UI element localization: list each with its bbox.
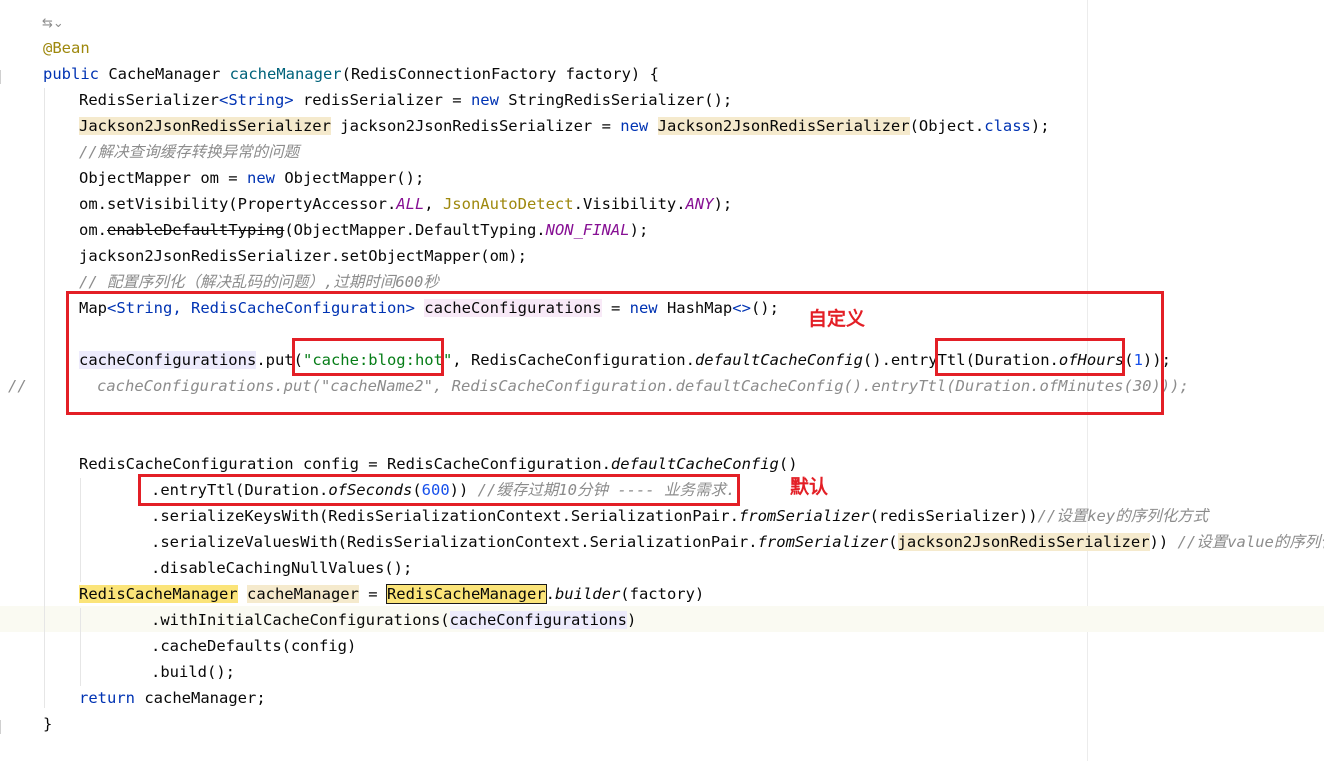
static-method: fromSerializer	[738, 507, 870, 525]
warning-highlight[interactable]: Jackson2JsonRedisSerializer	[657, 117, 910, 135]
indent-guide	[80, 478, 81, 582]
static-constant: ANY	[685, 195, 714, 213]
static-constant: ALL	[396, 195, 425, 213]
static-method: defaultCacheConfig	[610, 455, 779, 473]
code-text: jackson2JsonRedisSerializer.setObjectMap…	[79, 247, 527, 265]
keyword: public	[43, 65, 99, 83]
keyword: new	[246, 169, 275, 187]
annotation-bean: @Bean	[43, 39, 90, 57]
default-ttl-annotation-box	[138, 474, 740, 506]
gutter-fold-marker[interactable]	[0, 720, 9, 734]
code-text: redisSerializer =	[293, 91, 471, 109]
code-line[interactable]: RedisCacheManager cacheManager = RedisCa…	[79, 581, 704, 607]
keyword: new	[620, 117, 649, 135]
warning-highlight[interactable]: Jackson2JsonRedisSerializer	[79, 117, 331, 135]
code-text: ObjectMapper();	[274, 169, 425, 187]
default-label: 默认	[790, 476, 829, 498]
variable-highlight: cacheConfigurations	[449, 611, 627, 629]
custom-label: 自定义	[808, 308, 866, 330]
code-line-annotation[interactable]: @Bean	[43, 35, 90, 61]
comment: //解决查询缓存转换异常的问题	[79, 143, 300, 161]
code-text: (ObjectMapper.DefaultTyping.	[284, 221, 546, 239]
deprecated-method: enableDefaultTyping	[107, 221, 285, 239]
code-text: ,	[424, 195, 443, 213]
keyword: class	[984, 117, 1031, 135]
code-text: .Visibility.	[573, 195, 686, 213]
code-text: RedisSerializer	[79, 91, 219, 109]
variable-highlight: cacheManager	[246, 585, 359, 603]
code-line[interactable]: .disableCachingNullValues();	[151, 555, 412, 581]
code-line-current[interactable]: .withInitialCacheConfigurations(cacheCon…	[151, 607, 636, 633]
code-text: (RedisConnectionFactory factory) {	[341, 65, 659, 83]
fold-toggle-icon[interactable]: ⇆⌄	[42, 16, 64, 31]
code-text: (redisSerializer))	[869, 507, 1038, 525]
class-ref: JsonAutoDetect	[442, 195, 574, 213]
code-text: )	[626, 611, 637, 629]
generic-type: <String>	[218, 91, 294, 109]
gutter-fold-marker[interactable]	[0, 70, 9, 84]
code-text: ()	[778, 455, 798, 473]
code-text: =	[358, 585, 387, 603]
code-text: .	[545, 585, 555, 603]
code-text: );	[1030, 117, 1050, 135]
keyword: return	[79, 689, 135, 707]
code-line[interactable]: RedisSerializer<String> redisSerializer …	[79, 87, 732, 113]
gutter-comment-marker: //	[8, 377, 27, 395]
code-text: cacheManager;	[135, 689, 266, 707]
code-line[interactable]: om.setVisibility(PropertyAccessor.ALL, J…	[79, 191, 732, 217]
code-text: (Object.	[909, 117, 985, 135]
code-line[interactable]: ObjectMapper om = new ObjectMapper();	[79, 165, 424, 191]
code-text: .cacheDefaults(config)	[151, 637, 357, 655]
code-line[interactable]: return cacheManager;	[79, 685, 266, 711]
code-text: .withInitialCacheConfigurations(	[151, 611, 450, 629]
code-line[interactable]: .cacheDefaults(config)	[151, 633, 356, 659]
code-text: );	[713, 195, 733, 213]
code-text: .serializeKeysWith(RedisSerializationCon…	[151, 507, 739, 525]
code-text: StringRedisSerializer();	[498, 91, 733, 109]
indent-guide	[44, 88, 45, 708]
code-text: RedisCacheConfiguration config = RedisCa…	[79, 455, 611, 473]
static-method: fromSerializer	[757, 533, 889, 551]
indent-guide	[80, 608, 81, 686]
code-line[interactable]: .serializeValuesWith(RedisSerializationC…	[151, 529, 1324, 555]
code-text: om.setVisibility(PropertyAccessor.	[79, 195, 397, 213]
code-text: }	[43, 715, 53, 733]
static-method: builder	[554, 585, 621, 603]
variable-highlight: jackson2JsonRedisSerializer	[897, 533, 1150, 551]
type-highlight: RedisCacheManager	[79, 585, 238, 603]
cache-key-annotation-box	[292, 338, 444, 376]
comment: //设置value的序列化	[1177, 533, 1324, 551]
code-text: );	[629, 221, 649, 239]
code-text: ))	[1149, 533, 1178, 551]
code-line[interactable]: .serializeKeysWith(RedisSerializationCon…	[151, 503, 1208, 529]
code-text: ObjectMapper om =	[79, 169, 247, 187]
code-line[interactable]: }	[43, 711, 52, 737]
code-line[interactable]: Jackson2JsonRedisSerializer jackson2Json…	[79, 113, 1050, 139]
code-text: (	[888, 533, 898, 551]
static-constant: NON_FINAL	[545, 221, 630, 239]
code-text: CacheManager	[99, 65, 230, 83]
code-line[interactable]: om.enableDefaultTyping(ObjectMapper.Defa…	[79, 217, 648, 243]
code-line[interactable]: jackson2JsonRedisSerializer.setObjectMap…	[79, 243, 527, 269]
comment: // 配置序列化（解决乱码的问题）,过期时间600秒	[79, 273, 439, 291]
duration-annotation-box	[935, 338, 1125, 376]
code-text: .build();	[151, 663, 235, 681]
code-text: jackson2JsonRedisSerializer =	[330, 117, 621, 135]
code-text: om.	[79, 221, 107, 239]
keyword: new	[470, 91, 499, 109]
code-line-method-signature[interactable]: public CacheManager cacheManager(RedisCo…	[43, 61, 659, 87]
comment: //设置key的序列化方式	[1037, 507, 1209, 525]
code-text: (factory)	[620, 585, 705, 603]
method-name: cacheManager	[229, 65, 342, 83]
code-text: .serializeValuesWith(RedisSerializationC…	[151, 533, 758, 551]
code-line-comment[interactable]: //解决查询缓存转换异常的问题	[79, 139, 299, 165]
type-highlight-selected[interactable]: RedisCacheManager	[385, 584, 547, 604]
code-text: .disableCachingNullValues();	[151, 559, 413, 577]
code-line[interactable]: .build();	[151, 659, 235, 685]
